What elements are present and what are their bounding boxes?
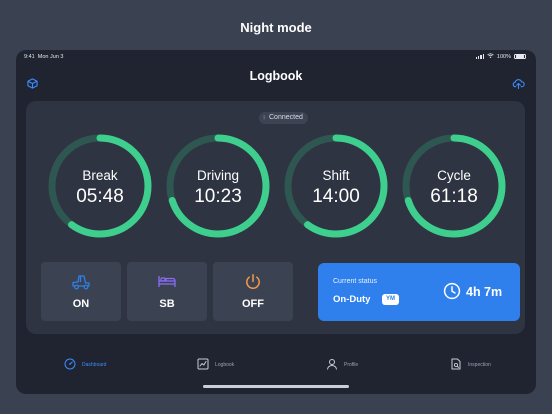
gauge-shift: Shift 14:00 [282,132,390,240]
tab-label: Profile [344,362,359,368]
wifi-icon [487,53,494,60]
connection-pill: ᛒ Connected [259,112,308,124]
battery-icon [514,53,526,60]
cloud-upload-icon[interactable] [512,76,525,94]
gauge-label: Cycle [437,168,471,183]
tab-label: Inspection [468,362,491,368]
bluetooth-icon: ᛒ [263,115,267,121]
gauge-label: Driving [196,168,239,183]
gauge-driving: Driving 10:23 [164,132,272,240]
tab-logbook[interactable]: Logbook [197,353,287,377]
tab-dashboard[interactable]: Dashboard [64,353,154,377]
gauge-label: Shift [322,168,350,183]
home-indicator[interactable] [203,385,349,388]
inspection-icon [450,357,462,375]
gauge-cycle: Cycle 61:18 [400,132,508,240]
dashboard-icon [64,357,76,375]
tab-bar: Dashboard Logbook Profile Inspection [16,353,536,381]
clock-icon [443,282,461,305]
gauge-value: 61:18 [430,186,478,207]
signal-icon [475,54,484,59]
tab-label: Logbook [215,362,235,368]
duty-off-button[interactable]: OFF [213,262,293,321]
tab-profile[interactable]: Profile [326,353,416,377]
logbook-icon [197,357,209,375]
page-title: Logbook [249,69,303,83]
banner-title: Night mode [240,20,312,35]
current-status-duration: 4h 7m [466,285,503,299]
duty-on-button[interactable]: ON [41,262,121,321]
gauge-label: Break [82,168,118,183]
gauge-value: 14:00 [312,186,360,207]
status-time: 9:41 Mon Jun 3 [24,54,64,60]
power-icon [213,273,293,291]
status-bar: 9:41 Mon Jun 3 100% [16,50,536,64]
duty-label: SB [159,298,175,310]
duty-label: ON [72,298,90,310]
tab-inspection[interactable]: Inspection [450,353,536,377]
current-status-value: On-Duty [333,294,371,305]
connection-label: Connected [269,114,303,121]
gauge-value: 10:23 [194,186,242,207]
duty-sb-button[interactable]: SB [127,262,207,321]
truck-icon [41,273,121,290]
gauge-break: Break 05:48 [46,132,154,240]
status-indicators: 100% [475,53,526,60]
current-status-caption: Current status [333,278,377,285]
dashboard-panel: ᛒ Connected Break 05:48 Driving 10:23 Sh… [26,101,525,334]
duty-label: OFF [242,298,264,310]
bed-icon [127,273,207,289]
tab-label: Dashboard [82,362,107,368]
battery-label: 100% [496,53,511,60]
profile-icon [326,357,338,375]
gauge-value: 05:48 [76,186,124,207]
current-status-card[interactable]: Current status On-Duty YM 4h 7m [318,263,520,321]
tablet-screen: 9:41 Mon Jun 3 100% Logbook ᛒ Connected … [16,50,536,394]
status-badge: YM [382,294,399,305]
